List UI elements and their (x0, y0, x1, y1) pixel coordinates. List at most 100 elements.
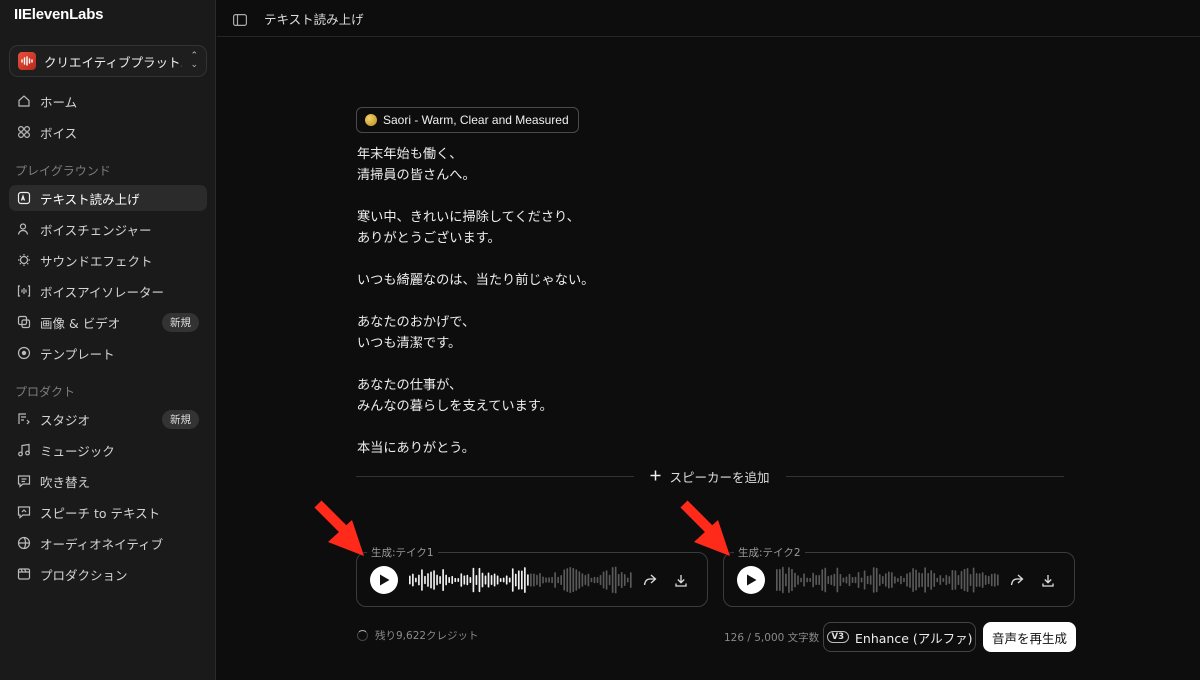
waveform-bar (602, 571, 605, 589)
waveform[interactable] (409, 565, 633, 595)
workspace-switcher[interactable]: クリエイティブプラット... ⌃ ⌄ (9, 45, 207, 77)
sidebar-item-image-video[interactable]: 画像 & ビデオ 新規 (9, 309, 207, 335)
waveform-bar (557, 576, 559, 584)
download-icon[interactable] (1040, 572, 1056, 588)
waveform-bar (927, 572, 930, 588)
waveform-bar (620, 572, 623, 588)
waveform-bar (508, 577, 511, 583)
credits-indicator: 残り9,622クレジット (357, 628, 479, 643)
play-icon (746, 571, 757, 590)
download-icon[interactable] (673, 572, 689, 588)
waveform-bar (939, 575, 942, 585)
waveform-bar (415, 577, 417, 583)
sidebar-item-label: ボイス (40, 125, 78, 141)
sidebar-item-home[interactable]: ホーム (9, 88, 207, 114)
sidebar-item-templates[interactable]: テンプレート (9, 340, 207, 366)
waveform-bar (472, 567, 475, 593)
sidebar-item-studio[interactable]: スタジオ 新規 (9, 406, 207, 432)
sidebar-item-label: プロダクション (40, 567, 128, 583)
new-badge: 新規 (162, 312, 199, 332)
waveform-bar (812, 572, 814, 588)
take-card-1[interactable] (356, 552, 708, 607)
waveform-bar (788, 567, 790, 593)
plus-icon (650, 469, 661, 484)
sidebar-item-dubbing[interactable]: 吹き替え (9, 468, 207, 494)
waveform-bar (451, 575, 454, 585)
waveform-bar (569, 566, 572, 594)
waveform-bar (496, 575, 499, 585)
waveform-bar (548, 577, 550, 583)
add-speaker-label: スピーカーを追加 (669, 469, 770, 485)
waveform-bar (966, 568, 969, 592)
waveform-bar (903, 577, 905, 583)
waveform-bar (963, 568, 966, 592)
sidebar-item-voice-changer[interactable]: ボイスチェンジャー (9, 216, 207, 242)
dubbing-icon (17, 474, 31, 488)
waveform-bar (942, 578, 945, 582)
waveform-bar (863, 570, 866, 590)
share-icon[interactable] (642, 572, 658, 588)
waveform-bar (599, 574, 602, 586)
add-speaker-button[interactable]: スピーカーを追加 (634, 466, 786, 486)
waveform-bar (782, 566, 784, 594)
waveform[interactable] (776, 565, 1000, 595)
waveform-bar (545, 577, 547, 583)
v3-badge: V3 (826, 631, 849, 643)
enhance-button[interactable]: V3 Enhance (アルファ) (823, 622, 976, 652)
waveform-bar (806, 577, 808, 583)
waveform-bar (978, 573, 981, 587)
waveform-bar (776, 569, 778, 591)
waveform-bar (936, 577, 939, 583)
waveform-bar (623, 574, 626, 586)
sidebar-item-label: ボイスチェンジャー (40, 222, 152, 238)
waveform-bar (930, 570, 933, 590)
sidebar-item-voices[interactable]: ボイス (9, 119, 207, 145)
sidebar-item-music[interactable]: ミュージック (9, 437, 207, 463)
sidebar-item-productions[interactable]: プロダクション (9, 561, 207, 587)
waveform-bar (542, 576, 544, 584)
waveform-bar (605, 570, 608, 590)
waveform-bar (475, 574, 478, 586)
section-label-products: プロダクト (15, 385, 76, 399)
play-button[interactable] (737, 566, 765, 594)
waveform-bar (551, 576, 553, 584)
waveform-bar (587, 573, 590, 587)
waveform-bar (909, 572, 911, 588)
share-icon[interactable] (1009, 572, 1025, 588)
waveform-bar (409, 575, 411, 585)
waveform-bar (487, 572, 490, 588)
waveform-bar (442, 568, 444, 592)
credits-ring-icon (357, 630, 368, 641)
waveform-bar (439, 576, 441, 584)
sidebar-item-label: サウンドエフェクト (40, 253, 153, 269)
waveform-bar (578, 571, 581, 589)
sidebar-item-speech-to-text[interactable]: スピーチ to テキスト (9, 499, 207, 525)
sidebar-toggle-icon[interactable] (233, 11, 248, 27)
play-button[interactable] (370, 566, 398, 594)
top-bar: テキスト読み上げ (217, 0, 1200, 37)
waveform-bar (524, 567, 526, 593)
voice-changer-icon (17, 222, 31, 236)
sidebar-item-sound-effects[interactable]: サウンドエフェクト (9, 247, 207, 273)
waveform-bar (527, 574, 529, 586)
sidebar-item-label: テキスト読み上げ (40, 191, 140, 207)
script-text-editor[interactable]: 年末年始も働く、 清掃員の皆さんへ。 寒い中、きれいに掃除してくださり、 ありが… (357, 144, 917, 459)
sidebar-item-text-to-speech[interactable]: テキスト読み上げ (9, 185, 207, 211)
sidebar-item-audio-native[interactable]: オーディオネイティブ (9, 530, 207, 556)
waveform-bar (490, 575, 493, 585)
waveform-bar (533, 573, 535, 587)
waveform-bar (581, 573, 584, 587)
waveform-bar (972, 567, 975, 593)
waveform-bar (987, 575, 990, 585)
home-icon (17, 94, 31, 108)
waveform-bar (626, 577, 629, 583)
sidebar-item-voice-isolator[interactable]: ボイスアイソレーター (9, 278, 207, 304)
waveform-bar (463, 575, 466, 585)
waveform-bar (536, 574, 538, 586)
regenerate-button[interactable]: 音声を再生成 (983, 622, 1076, 652)
take-card-2[interactable] (723, 552, 1075, 607)
waveform-bar (596, 576, 599, 584)
voice-selector[interactable]: Saori - Warm, Clear and Measured (356, 107, 579, 133)
app-logo[interactable]: IIElevenLabs (14, 6, 104, 23)
sidebar-item-label: ホーム (40, 94, 78, 110)
